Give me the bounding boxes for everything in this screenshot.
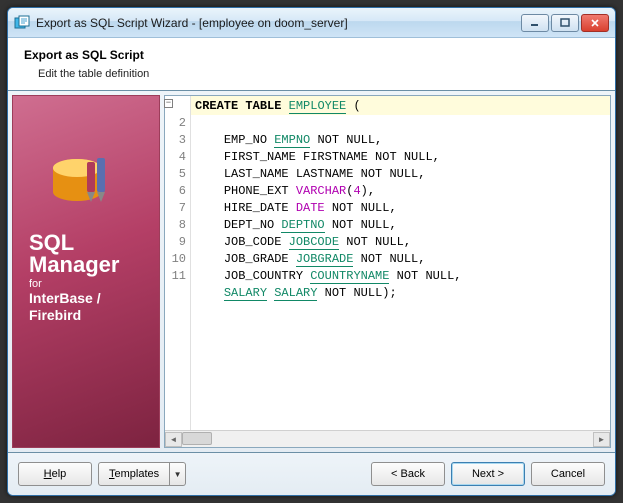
cancel-button[interactable]: Cancel [531, 462, 605, 486]
line-gutter: − 2 3 4 5 6 7 8 9 10 11 [165, 96, 191, 447]
titlebar[interactable]: Export as SQL Script Wizard - [employee … [8, 8, 615, 38]
brand-manager: Manager [29, 254, 149, 276]
scroll-right-icon[interactable]: ► [593, 432, 610, 447]
link-deptno[interactable]: DEPTNO [281, 218, 324, 233]
close-button[interactable] [581, 14, 609, 32]
next-button[interactable]: Next > [451, 462, 525, 486]
scroll-track[interactable] [182, 432, 593, 447]
minimize-button[interactable] [521, 14, 549, 32]
link-jobcode[interactable]: JOBCODE [289, 235, 339, 250]
link-salary-col[interactable]: SALARY [224, 286, 267, 301]
page-title: Export as SQL Script [24, 48, 599, 62]
templates-split-button[interactable]: Templates ▼ [98, 462, 186, 486]
link-countryname[interactable]: COUNTRYNAME [310, 269, 389, 284]
link-salary-type[interactable]: SALARY [274, 286, 317, 301]
code-area[interactable]: CREATE TABLE EMPLOYEE ( EMP_NO EMPNO NOT… [191, 96, 610, 447]
maximize-button[interactable] [551, 14, 579, 32]
product-logo-icon [47, 154, 121, 218]
brand-for: for [29, 278, 149, 290]
sql-editor[interactable]: − 2 3 4 5 6 7 8 9 10 11 CREATE TABLE EMP… [164, 95, 611, 448]
link-jobgrade[interactable]: JOBGRADE [296, 252, 354, 267]
brand-sql: SQL [29, 232, 149, 254]
sidebar-banner: SQL Manager for InterBase / Firebird [12, 95, 160, 448]
back-button[interactable]: < Back [371, 462, 445, 486]
page-subtitle: Edit the table definition [38, 68, 599, 80]
app-icon [14, 15, 30, 31]
scroll-thumb[interactable] [182, 432, 212, 445]
window-title: Export as SQL Script Wizard - [employee … [36, 16, 521, 30]
wizard-footer: Help Templates ▼ < Back Next > Cancel [8, 453, 615, 495]
fold-collapse-icon[interactable]: − [164, 99, 173, 108]
templates-button[interactable]: Templates [98, 462, 170, 486]
link-employee[interactable]: EMPLOYEE [289, 99, 347, 114]
product-brand: SQL Manager for InterBase / Firebird [29, 232, 149, 324]
horizontal-scrollbar[interactable]: ◄ ► [165, 430, 610, 447]
link-empno[interactable]: EMPNO [274, 133, 310, 148]
wizard-body: SQL Manager for InterBase / Firebird − 2… [8, 90, 615, 453]
scroll-left-icon[interactable]: ◄ [165, 432, 182, 447]
templates-dropdown-icon[interactable]: ▼ [170, 462, 186, 486]
brand-product-1: InterBase / [29, 290, 149, 307]
help-button[interactable]: Help [18, 462, 92, 486]
wizard-header: Export as SQL Script Edit the table defi… [8, 38, 615, 90]
wizard-window: Export as SQL Script Wizard - [employee … [7, 7, 616, 496]
brand-product-2: Firebird [29, 307, 149, 324]
